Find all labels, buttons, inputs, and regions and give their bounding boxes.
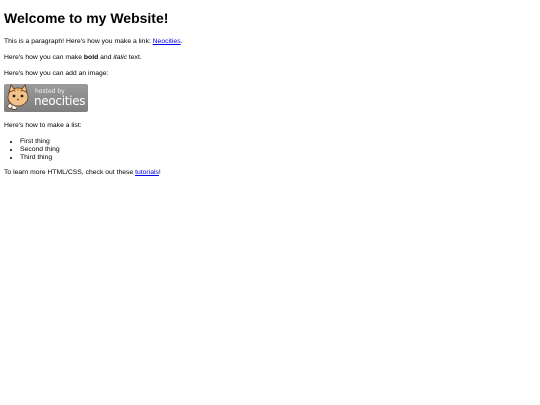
paragraph-link-intro: This is a paragraph! Here's how you make… — [4, 38, 540, 46]
tutorials-link[interactable]: tutorials — [135, 169, 159, 176]
bulleted-list: First thing Second thing Third thing — [4, 138, 540, 163]
paragraph-text: To learn more HTML/CSS, check out these — [4, 169, 136, 177]
paragraph-text-middle: and — [98, 54, 114, 62]
bold-text: bold — [83, 54, 99, 62]
hosted-by-neocities-badge: hosted by neocities — [4, 84, 88, 113]
paragraph-formatting: Here's how you can make bold and italic … — [4, 54, 540, 62]
paragraph-text-end: ! — [158, 169, 161, 177]
paragraph-image-intro: Here's how you can add an image: — [4, 70, 109, 78]
list-item: Second thing — [20, 146, 540, 154]
paragraph-text-end: . — [180, 38, 183, 45]
neocities-link[interactable]: Neocities — [153, 38, 181, 45]
badge-line2: neocities — [34, 94, 86, 109]
paragraph-text: This is a paragraph! Here's how you make… — [4, 38, 153, 45]
italic-text: italic — [113, 54, 127, 62]
list-item: Third thing — [20, 154, 540, 162]
paragraph-tutorials: To learn more HTML/CSS, check out these … — [4, 169, 540, 177]
list-item: First thing — [20, 138, 540, 146]
page-title: Welcome to my Website! — [4, 10, 169, 26]
page: Welcome to my Website! This is a paragra… — [0, 0, 540, 177]
paragraph-text: Here's how you can make — [4, 54, 84, 62]
image-container: hosted by neocities — [4, 84, 540, 113]
paragraph-text-end: text. — [126, 54, 142, 62]
paragraph-list-intro: Here's how to make a list: — [4, 122, 82, 130]
